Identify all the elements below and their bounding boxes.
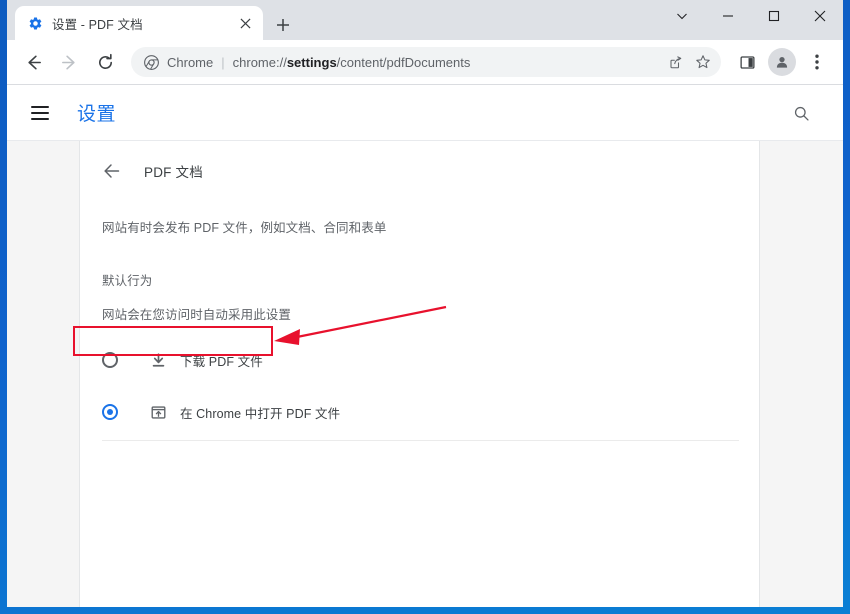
subpage-description: 网站有时会发布 PDF 文件，例如文档、合同和表单 xyxy=(102,221,387,235)
default-behavior-sublabel: 网站会在您访问时自动采用此设置 xyxy=(102,308,292,322)
url-prefix: chrome:// xyxy=(232,54,287,70)
url-bold-segment: settings xyxy=(286,54,337,70)
divider xyxy=(102,440,739,441)
radio-button-unselected[interactable] xyxy=(102,352,118,368)
omnibox-scheme-label: Chrome xyxy=(167,54,214,70)
toolbar-right-actions xyxy=(729,46,835,78)
omnibox-url[interactable]: chrome://settings/content/pdfDocuments xyxy=(233,55,661,70)
settings-page: 设置 PDF 文档 网站有时会发布 PDF 文件，例如文档、合同和表单 默认行为… xyxy=(7,85,843,607)
radio-option-open-in-chrome[interactable]: 在 Chrome 中打开 PDF 文件 xyxy=(80,397,759,427)
gear-icon xyxy=(27,15,43,31)
back-arrow-icon[interactable] xyxy=(17,46,49,78)
default-behavior-radio-group: 下载 PDF 文件 在 Chrome 中打开 PDF 文件 xyxy=(80,345,759,441)
back-arrow-icon[interactable] xyxy=(100,159,124,183)
close-icon[interactable] xyxy=(797,0,843,32)
address-bar[interactable]: Chrome | chrome://settings/content/pdfDo… xyxy=(131,47,721,77)
subpage-title: PDF 文档 xyxy=(144,165,203,180)
radio-label-open-in-chrome: 在 Chrome 中打开 PDF 文件 xyxy=(180,406,341,421)
three-dot-menu-icon[interactable] xyxy=(801,46,833,78)
browser-toolbar: Chrome | chrome://settings/content/pdfDo… xyxy=(7,40,843,85)
side-panel-icon[interactable] xyxy=(731,46,763,78)
settings-content-card: PDF 文档 网站有时会发布 PDF 文件，例如文档、合同和表单 默认行为 网站… xyxy=(79,141,760,607)
share-icon[interactable] xyxy=(661,48,689,76)
forward-arrow-icon[interactable] xyxy=(53,46,85,78)
hamburger-menu-icon[interactable] xyxy=(31,101,55,125)
url-suffix: /content/pdfDocuments xyxy=(336,54,471,70)
open-in-browser-icon xyxy=(149,403,167,421)
default-behavior-label: 默认行为 xyxy=(102,274,153,288)
omnibox-separator: | xyxy=(221,54,225,70)
chevron-down-icon[interactable] xyxy=(659,0,705,32)
maximize-icon[interactable] xyxy=(751,0,797,32)
radio-button-selected[interactable] xyxy=(102,404,118,420)
radio-label-download-pdf: 下载 PDF 文件 xyxy=(180,354,263,369)
window-controls xyxy=(659,0,843,32)
close-icon[interactable] xyxy=(235,13,255,33)
reload-icon[interactable] xyxy=(89,46,121,78)
star-icon[interactable] xyxy=(689,48,717,76)
browser-tab[interactable]: 设置 - PDF 文档 xyxy=(15,6,263,40)
radio-option-download-pdf[interactable]: 下载 PDF 文件 xyxy=(80,345,759,375)
tab-strip: 设置 - PDF 文档 xyxy=(7,0,843,40)
minimize-icon[interactable] xyxy=(705,0,751,32)
browser-window: 设置 - PDF 文档 Chrome | chrome://settings/c… xyxy=(0,0,850,614)
page-title: 设置 xyxy=(77,104,117,125)
settings-body: PDF 文档 网站有时会发布 PDF 文件，例如文档、合同和表单 默认行为 网站… xyxy=(7,141,843,607)
avatar[interactable] xyxy=(768,48,796,76)
omnibox-actions xyxy=(661,48,717,76)
download-icon xyxy=(149,351,167,369)
chrome-logo-icon xyxy=(143,54,159,70)
settings-header: 设置 xyxy=(7,85,843,141)
new-tab-button[interactable] xyxy=(271,13,295,37)
subpage-header: PDF 文档 xyxy=(80,141,759,183)
tab-title: 设置 - PDF 文档 xyxy=(52,17,143,32)
search-icon[interactable] xyxy=(787,99,815,127)
